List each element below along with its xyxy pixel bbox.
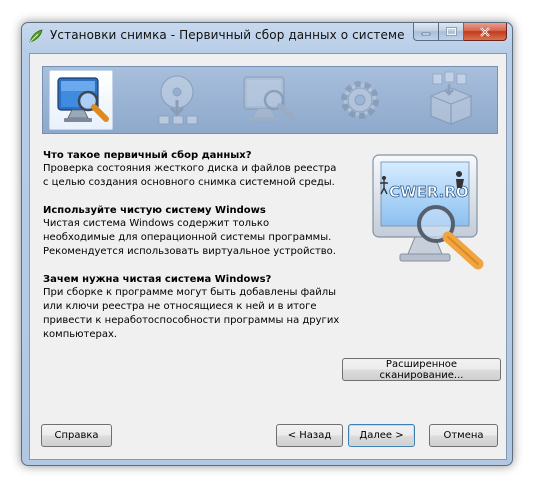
close-icon — [480, 26, 490, 37]
cancel-button[interactable]: Отмена — [429, 424, 498, 447]
next-button[interactable]: Далее > — [348, 424, 415, 447]
screen-watermark-text: CWER.RO — [389, 183, 469, 201]
disc-install-icon — [158, 75, 198, 125]
monitor-scan-illustration-icon: CWER.RO — [372, 154, 484, 270]
installer-window: Установки снимка - Первичный сбор данных… — [21, 22, 513, 466]
description-content: Что такое первичный сбор данных? Проверк… — [43, 149, 343, 356]
section-title: Что такое первичный сбор данных? — [43, 150, 252, 161]
close-button[interactable] — [464, 23, 507, 41]
steps-banner — [42, 66, 498, 134]
section-text: Чистая система Windows содержит только н… — [43, 218, 336, 257]
title-bar[interactable]: Установки снимка - Первичный сбор данных… — [22, 23, 512, 49]
section-what-is-scan: Что такое первичный сбор данных? Проверк… — [43, 149, 343, 190]
dialog-client-area: Что такое первичный сбор данных? Проверк… — [29, 53, 507, 460]
monitor-magnifier-icon — [243, 76, 295, 121]
step-second-scan — [236, 70, 300, 130]
section-why-clean: Зачем нужна чистая система Windows? При … — [43, 273, 343, 342]
illustration: CWER.RO — [370, 152, 490, 287]
section-clean-windows: Используйте чистую систему Windows Чиста… — [43, 204, 343, 259]
section-title: Зачем нужна чистая система Windows? — [43, 274, 272, 285]
step-system-scan — [49, 70, 113, 130]
step-settings — [328, 70, 392, 130]
section-title: Используйте чистую систему Windows — [43, 205, 266, 216]
maximize-icon — [445, 27, 457, 36]
gear-icon — [341, 81, 379, 119]
help-button[interactable]: Справка — [41, 424, 112, 447]
step-package — [419, 70, 483, 130]
maximize-button[interactable] — [439, 23, 464, 41]
app-leaf-icon — [29, 29, 43, 43]
back-button[interactable]: < Назад — [276, 424, 343, 447]
section-text: Проверка состояния жесткого диска и файл… — [43, 163, 337, 188]
caption-buttons — [413, 23, 507, 42]
package-icon — [430, 71, 472, 125]
minimize-icon — [421, 32, 431, 35]
section-text: При сборке к программе могут быть добавл… — [43, 287, 340, 340]
window-title: Установки снимка - Первичный сбор данных… — [50, 28, 405, 42]
minimize-button[interactable] — [413, 23, 439, 41]
step-install — [147, 70, 211, 130]
monitor-magnifier-icon — [57, 77, 109, 122]
advanced-scan-button[interactable]: Расширенное сканирование... — [342, 358, 501, 381]
